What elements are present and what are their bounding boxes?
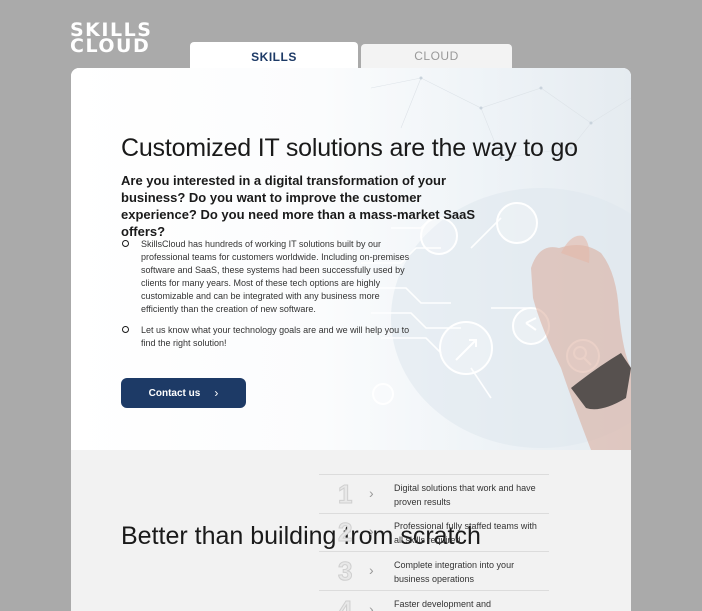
- feature-text: Faster development and: [394, 599, 492, 609]
- feature-text: Professional fully staffed teams with al…: [394, 521, 537, 545]
- chevron-right-icon: ›: [369, 601, 374, 611]
- bullet-item-2: Let us know what your technology goals a…: [122, 324, 412, 350]
- bullet-item-1: SkillsCloud has hundreds of working IT s…: [122, 238, 412, 316]
- bullet-text: SkillsCloud has hundreds of working IT s…: [141, 239, 410, 314]
- feature-text: Complete integration into your business …: [394, 560, 515, 584]
- feature-number: 1: [337, 479, 353, 509]
- chevron-right-icon: ›: [369, 523, 374, 539]
- hero-subtitle: Are you interested in a digital transfor…: [121, 173, 476, 239]
- skillscloud-logo[interactable]: SKILLS CLOUD: [70, 21, 152, 57]
- feature-number: 4: [337, 595, 353, 611]
- tab-cloud[interactable]: CLOUD: [361, 44, 512, 68]
- content-card: Customized IT solutions are the way to g…: [71, 68, 631, 611]
- feature-item-3: 3 › Complete integration into your busin…: [319, 552, 549, 591]
- feature-number: 3: [337, 556, 353, 586]
- feature-number: 2: [337, 517, 353, 547]
- feature-item-1: 1 › Digital solutions that work and have…: [319, 474, 549, 514]
- contact-us-button[interactable]: Contact us ›: [121, 378, 246, 408]
- feature-text: Digital solutions that work and have pro…: [394, 483, 536, 507]
- logo-line-2: CLOUD: [70, 35, 151, 57]
- chevron-right-icon: ›: [214, 386, 219, 400]
- bullet-dot-icon: [122, 240, 129, 247]
- contact-us-label: Contact us: [148, 387, 201, 399]
- chevron-right-icon: ›: [369, 562, 374, 578]
- feature-item-2: 2 › Professional fully staffed teams wit…: [319, 513, 549, 552]
- chevron-right-icon: ›: [369, 485, 374, 501]
- hero-title: Customized IT solutions are the way to g…: [121, 134, 578, 162]
- bullet-dot-icon: [122, 326, 129, 333]
- hero-section: Customized IT solutions are the way to g…: [71, 68, 631, 450]
- bullet-text: Let us know what your technology goals a…: [141, 325, 410, 348]
- benefits-section: Better than building from scratch 1 › Di…: [71, 450, 631, 611]
- feature-item-4: 4 › Faster development and: [319, 591, 549, 611]
